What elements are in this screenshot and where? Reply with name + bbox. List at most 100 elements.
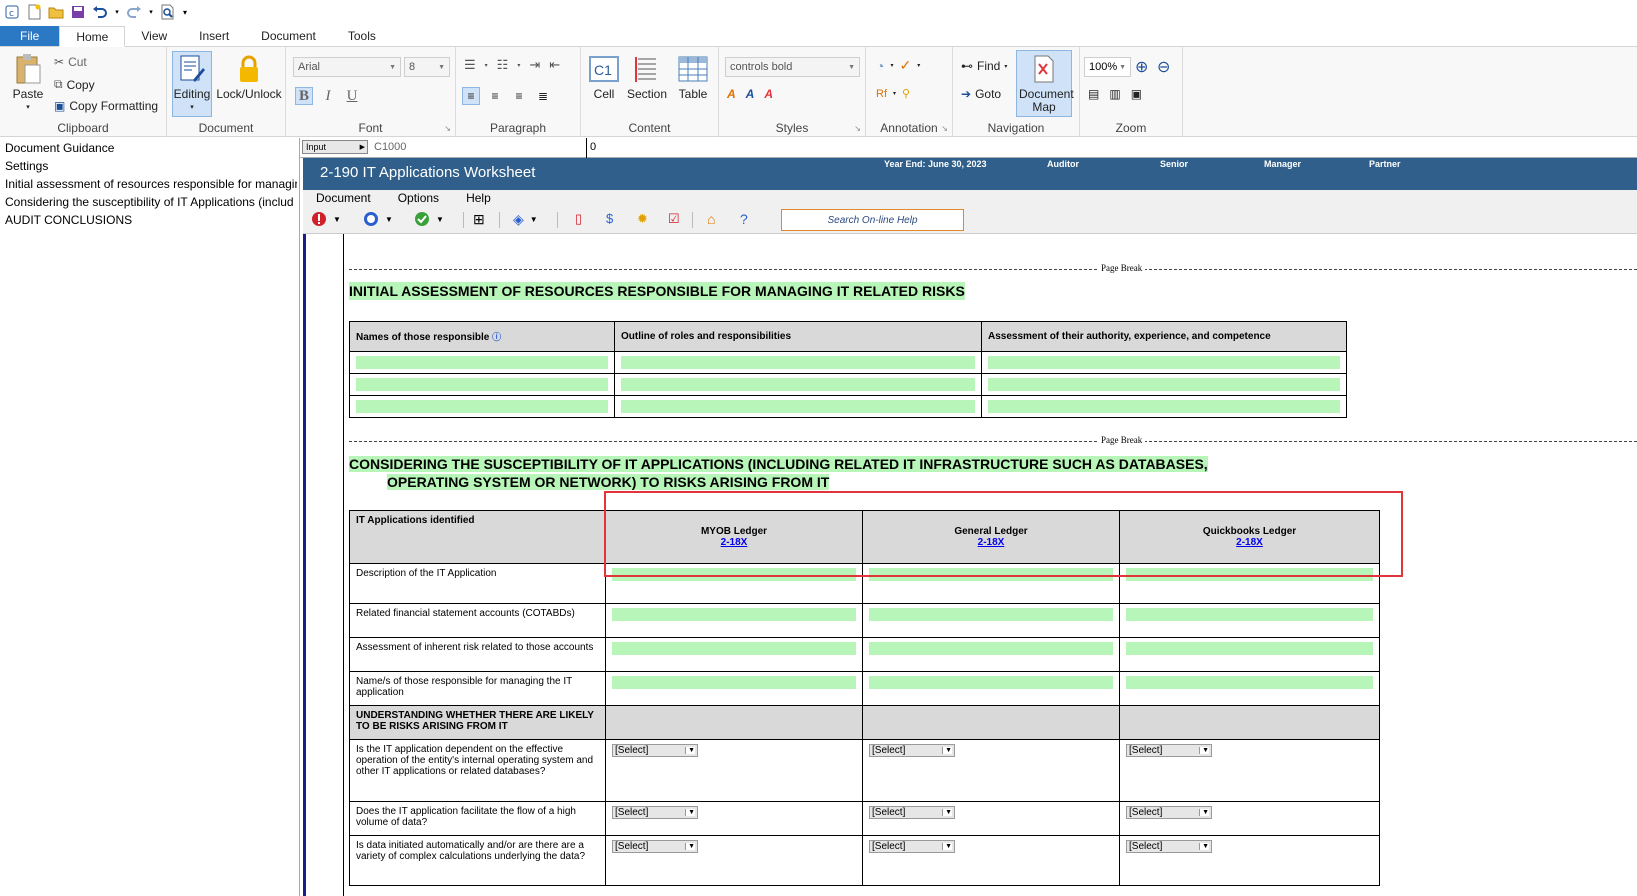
input-cell[interactable]	[605, 671, 863, 706]
cell-value-input[interactable]: 0	[590, 141, 596, 153]
paste-dropdown-icon[interactable]: ▾	[26, 101, 30, 114]
input-cell[interactable]	[614, 351, 982, 374]
tab-file[interactable]: File	[0, 26, 60, 46]
check-button[interactable]: ▼	[414, 211, 444, 227]
tab-view[interactable]: View	[125, 26, 183, 46]
zoom-combo[interactable]: 100% ▼	[1084, 57, 1131, 77]
two-page-icon[interactable]: ▥	[1109, 87, 1120, 101]
outline-item-considering-susceptibility[interactable]: Considering the susceptibility of IT App…	[5, 195, 297, 209]
tab-home[interactable]: Home	[59, 26, 126, 47]
align-left-icon[interactable]: ≡	[462, 87, 480, 105]
cut-button[interactable]: ✂ Cut	[54, 55, 87, 69]
circle-button[interactable]: ▼	[363, 211, 393, 227]
input-cell[interactable]	[862, 637, 1120, 672]
select-dropdown[interactable]: [Select] ▼	[869, 840, 955, 853]
input-cell[interactable]	[349, 395, 615, 418]
search-online-help-input[interactable]: Search On-line Help	[781, 209, 964, 231]
section-button[interactable]: Section	[625, 53, 669, 101]
editing-dropdown-icon[interactable]: ▾	[190, 101, 194, 114]
input-cell[interactable]	[605, 637, 863, 672]
outline-item-settings[interactable]: Settings	[5, 159, 297, 173]
menu-help[interactable]: Help	[453, 190, 505, 206]
outline-item-document-guidance[interactable]: Document Guidance	[5, 141, 297, 155]
select-dropdown[interactable]: [Select] ▼	[1126, 744, 1212, 757]
document-map-button[interactable]: Document Map	[1016, 50, 1074, 117]
input-cell[interactable]	[1119, 637, 1380, 672]
open-folder-icon[interactable]	[48, 4, 64, 20]
select-dropdown[interactable]: [Select] ▼	[1126, 806, 1212, 819]
indent-icon[interactable]: ⇥	[529, 57, 540, 73]
info-icon[interactable]: ⓘ	[492, 332, 501, 342]
input-cell[interactable]	[862, 603, 1120, 638]
help-icon[interactable]: ?	[740, 211, 748, 227]
copy-formatting-button[interactable]: ▣ Copy Formatting	[54, 99, 158, 113]
style-a-red-icon[interactable]: A	[764, 87, 773, 101]
input-cell[interactable]	[981, 351, 1347, 374]
report-icon[interactable]: ▯	[575, 211, 582, 227]
editing-button[interactable]: Editing ▾	[172, 51, 212, 117]
exclamation-button[interactable]: ▼	[311, 211, 341, 227]
input-mode-combo[interactable]: Input ▶	[302, 140, 368, 154]
font-size-combo[interactable]: 8 ▼	[404, 57, 450, 77]
italic-button[interactable]: I	[319, 87, 337, 105]
zoom-in-icon[interactable]: ⊕	[1135, 57, 1148, 77]
app-reference-link[interactable]: 2-18X	[869, 537, 1113, 548]
numbered-list-icon[interactable]: ☷	[497, 57, 509, 73]
find-button[interactable]: ⊷ Find ▾	[961, 59, 1007, 73]
menu-options[interactable]: Options	[385, 190, 453, 206]
input-cell[interactable]	[349, 373, 615, 396]
align-justify-icon[interactable]: ≣	[534, 89, 552, 103]
settings-doc-icon[interactable]: ✹	[637, 211, 648, 227]
select-dropdown[interactable]: [Select] ▼	[612, 806, 698, 819]
undo-dropdown-icon[interactable]: ▾	[114, 4, 120, 20]
app-reference-link[interactable]: 2-18X	[1126, 537, 1373, 548]
input-cell[interactable]	[1119, 563, 1380, 604]
comment-icon[interactable]: ◔	[876, 58, 884, 74]
bold-button[interactable]: B	[295, 87, 313, 105]
chevron-down-icon[interactable]: ▾	[890, 62, 893, 69]
outline-item-audit-conclusions[interactable]: AUDIT CONCLUSIONS	[5, 213, 297, 227]
signoff-icon[interactable]: ⚲	[902, 87, 910, 100]
home-icon[interactable]: ⌂	[707, 211, 715, 227]
chevron-down-icon[interactable]: ▾	[485, 62, 488, 69]
input-cell[interactable]	[981, 373, 1347, 396]
select-dropdown[interactable]: [Select] ▼	[869, 744, 955, 757]
tab-tools[interactable]: Tools	[332, 26, 392, 46]
zoom-out-icon[interactable]: ⊖	[1157, 57, 1170, 77]
fit-page-icon[interactable]: ▣	[1131, 87, 1142, 101]
table-button[interactable]: Table	[675, 53, 711, 101]
input-cell[interactable]	[862, 671, 1120, 706]
menu-document[interactable]: Document	[303, 190, 385, 206]
checklist-icon[interactable]: ☑	[668, 211, 680, 227]
tickmark-icon[interactable]: ✓	[899, 57, 911, 74]
reference-icon[interactable]: Rf	[876, 88, 887, 100]
underline-button[interactable]: U	[343, 87, 361, 105]
new-document-icon[interactable]	[26, 4, 42, 20]
print-preview-icon[interactable]	[160, 4, 176, 20]
customize-toolbar-icon[interactable]: ▾	[182, 4, 188, 20]
input-cell[interactable]	[1119, 603, 1380, 638]
style-a-blue-icon[interactable]: A	[746, 87, 755, 101]
input-cell[interactable]	[614, 395, 982, 418]
chevron-down-icon[interactable]: ▾	[893, 90, 896, 97]
redo-icon[interactable]	[126, 4, 142, 20]
tab-document[interactable]: Document	[245, 26, 332, 46]
app-icon[interactable]: c	[4, 4, 20, 20]
outline-item-initial-assessment[interactable]: Initial assessment of resources responsi…	[5, 177, 297, 191]
outdent-icon[interactable]: ⇤	[549, 57, 560, 73]
select-dropdown[interactable]: [Select] ▼	[1126, 840, 1212, 853]
paste-button[interactable]: Paste ▾	[10, 53, 46, 114]
input-cell[interactable]	[605, 563, 863, 604]
copy-button[interactable]: ⧉ Copy	[54, 77, 95, 92]
chevron-down-icon[interactable]: ▾	[917, 62, 920, 69]
globe-button[interactable]: ◈ ▼	[513, 211, 538, 228]
align-center-icon[interactable]: ≡	[486, 89, 504, 103]
dollar-doc-icon[interactable]: $	[606, 211, 613, 226]
style-a-orange-icon[interactable]: A	[727, 87, 736, 101]
input-cell[interactable]	[614, 373, 982, 396]
style-combo[interactable]: controls bold ▼	[725, 57, 860, 77]
input-cell[interactable]	[981, 395, 1347, 418]
input-cell[interactable]	[605, 603, 863, 638]
font-family-combo[interactable]: Arial ▼	[293, 57, 401, 77]
save-icon[interactable]	[70, 4, 86, 20]
